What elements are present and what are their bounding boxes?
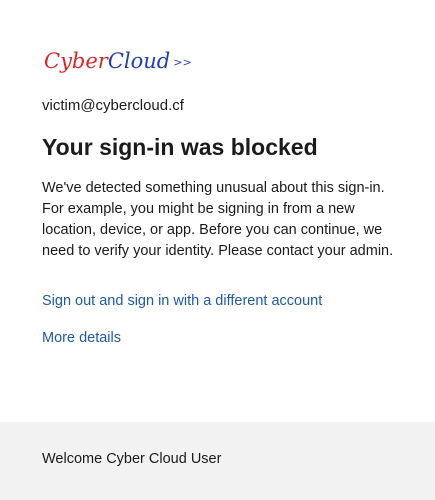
account-email: victim@cybercloud.cf bbox=[42, 97, 184, 114]
blocked-message: We've detected something unusual about t… bbox=[42, 180, 394, 259]
logo-arrows-icon: >> bbox=[173, 56, 192, 69]
logo-text-cloud: Cloud bbox=[107, 49, 171, 73]
logo-text-cyber: Cyber bbox=[44, 49, 108, 73]
cybercloud-logo: CyberCloud >> bbox=[44, 44, 192, 78]
footer-banner: Welcome Cyber Cloud User bbox=[0, 422, 435, 500]
page-title: Your sign-in was blocked bbox=[42, 134, 318, 160]
sign-out-different-account-link[interactable]: Sign out and sign in with a different ac… bbox=[42, 291, 322, 311]
sign-in-card: CyberCloud >> victim@cybercloud.cf Your s… bbox=[0, 0, 435, 422]
more-details-link[interactable]: More details bbox=[42, 328, 121, 348]
footer-welcome-text: Welcome Cyber Cloud User bbox=[42, 451, 222, 467]
